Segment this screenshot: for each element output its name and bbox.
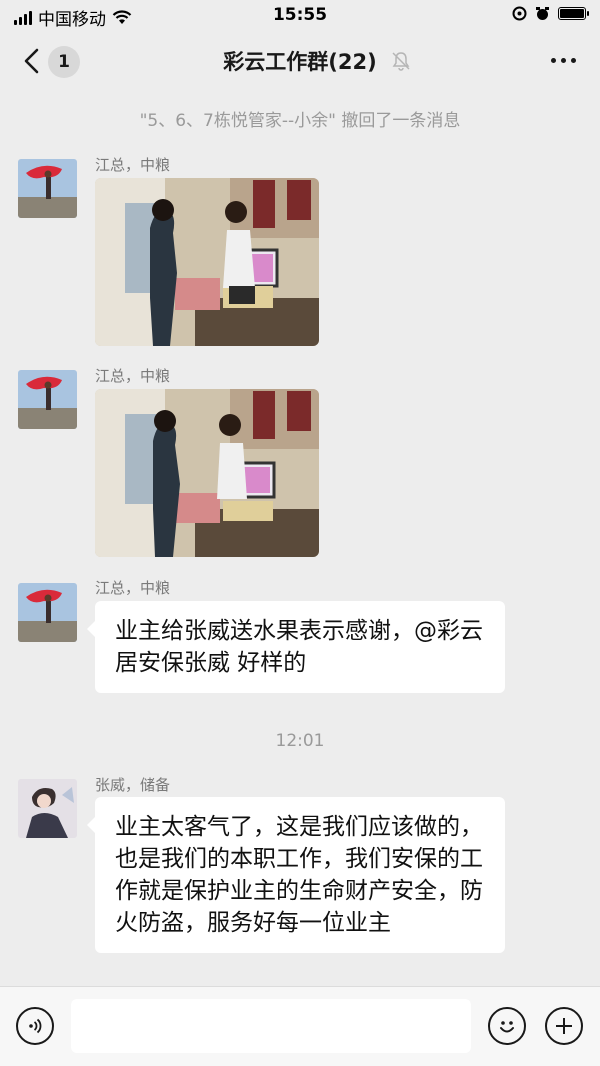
status-right bbox=[512, 6, 589, 21]
sender-name: 江总，中粮 bbox=[95, 579, 171, 597]
avatar[interactable] bbox=[18, 159, 77, 218]
battery-icon bbox=[558, 7, 589, 20]
status-bar: 中国移动 15:55 bbox=[0, 0, 600, 32]
message-text: 业主给张威送水果表示感谢，@彩云居安保张威 好样的 bbox=[115, 618, 483, 676]
voice-button[interactable] bbox=[16, 1007, 54, 1045]
add-button[interactable] bbox=[545, 1007, 583, 1045]
emoji-icon bbox=[500, 1021, 514, 1033]
location-lock-icon bbox=[512, 6, 527, 21]
photo-message[interactable] bbox=[95, 178, 319, 346]
text-message-bubble[interactable]: 业主给张威送水果表示感谢，@彩云居安保张威 好样的 bbox=[87, 601, 505, 693]
emoji-button[interactable] bbox=[488, 1007, 526, 1045]
avatar[interactable] bbox=[18, 583, 77, 642]
chat-title: 彩云工作群(22) bbox=[223, 50, 377, 74]
voice-icon bbox=[29, 1018, 42, 1034]
recall-notice: "5、6、7栋悦管家--小余" 撤回了一条消息 bbox=[139, 111, 461, 131]
sender-name: 张威，储备 bbox=[95, 776, 171, 794]
message-text: 业主太客气了，这是我们应该做的，也是我们的本职工作，我们安保的工作就是保护业主的… bbox=[115, 814, 483, 936]
avatar[interactable] bbox=[18, 779, 77, 838]
time-divider: 12:01 bbox=[275, 731, 325, 751]
add-icon bbox=[556, 1018, 572, 1034]
message-input[interactable] bbox=[71, 999, 471, 1053]
avatar[interactable] bbox=[18, 370, 77, 429]
status-time: 15:55 bbox=[272, 5, 328, 25]
text-message-bubble[interactable]: 业主太客气了，这是我们应该做的，也是我们的本职工作，我们安保的工作就是保护业主的… bbox=[87, 797, 505, 953]
mute-bell-icon bbox=[392, 52, 410, 71]
sender-name: 江总，中粮 bbox=[95, 367, 171, 385]
sender-name: 江总，中粮 bbox=[95, 156, 171, 174]
nav-bar: 1 彩云工作群(22) bbox=[0, 32, 600, 92]
input-bar bbox=[0, 986, 600, 1066]
photo-message[interactable] bbox=[95, 389, 319, 557]
alarm-icon bbox=[536, 7, 549, 20]
more-icon[interactable] bbox=[551, 58, 576, 63]
